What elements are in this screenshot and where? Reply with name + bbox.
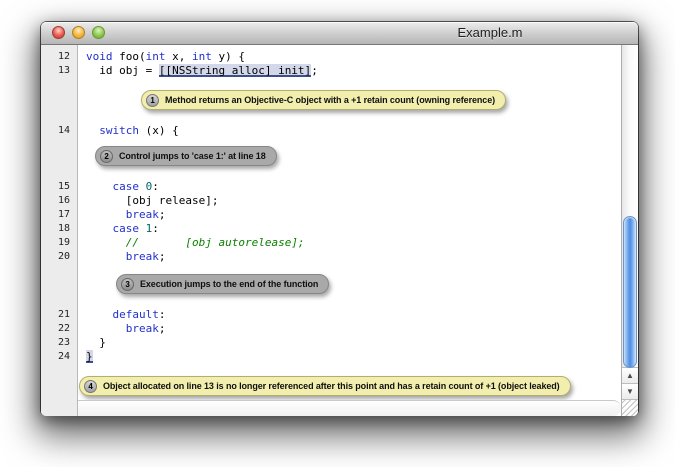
code-text: id obj = [[NSString alloc] init]; [78,64,318,78]
close-button[interactable] [52,26,65,39]
line-number: 19 [41,236,78,250]
line-number: 14 [41,124,78,138]
resize-grip-icon[interactable] [622,399,638,416]
line-number: 22 [41,322,78,336]
desktop-background: Example.m 1112void foo(int x, int y) {13… [0,0,675,467]
window-controls [52,26,105,39]
step-number-badge: 3 [121,278,134,291]
code-line-17: 17 break; [41,208,621,222]
scrollbar-thumb[interactable] [623,216,637,368]
code-line-14: 14 switch (x) { [41,124,621,138]
note-text: Method returns an Objective-C object wit… [165,95,495,105]
analyzer-note-3: 3 Execution jumps to the end of the funct… [116,274,329,294]
step-number-badge: 1 [146,94,159,107]
code-editor: 1112void foo(int x, int y) {13 id obj = … [41,45,621,416]
code-text: void foo(int x, int y) { [78,50,245,64]
analyzer-note-4: 4 Object allocated on line 13 is no longe… [79,376,571,396]
scroll-up-button[interactable]: ▲ [622,367,638,383]
titlebar[interactable]: Example.m [41,22,638,45]
code-line-13: 13 id obj = [[NSString alloc] init]; [41,64,621,78]
line-number: 15 [41,180,78,194]
code-text: case 1: [78,222,159,236]
code-text: default: [78,308,165,322]
vertical-scrollbar: ▲ ▼ [621,45,638,416]
step-number-badge: 2 [100,150,113,163]
note-text: Execution jumps to the end of the functi… [140,279,318,289]
note-text: Control jumps to 'case 1:' at line 18 [119,151,266,161]
code-line-23: 23 } [41,336,621,350]
code-text: case 0: [78,180,159,194]
note-text: Object allocated on line 13 is no longer… [103,381,560,391]
code-line-20: 20 break; [41,250,621,264]
zoom-button[interactable] [92,26,105,39]
example-m-window: Example.m 1112void foo(int x, int y) {13… [41,22,638,415]
arrow-down-icon: ▼ [626,388,634,396]
code-text: [obj release]; [78,194,218,208]
code-line-15: 15 case 0: [41,180,621,194]
line-number: 17 [41,208,78,222]
line-number: 21 [41,308,78,322]
code-line-18: 18 case 1: [41,222,621,236]
analyzer-note-2: 2 Control jumps to 'case 1:' at line 18 [95,146,277,166]
arrow-up-icon: ▲ [626,372,634,380]
minimize-button[interactable] [72,26,85,39]
code-text: // [obj autorelease]; [78,236,305,250]
analyzer-note-1: 1 Method returns an Objective-C object wi… [141,90,506,110]
line-number: 20 [41,250,78,264]
window-title: Example.m [457,22,522,44]
line-number: 13 [41,64,78,78]
code-text: break; [78,208,166,222]
line-number: 24 [41,350,78,364]
step-number-badge: 4 [84,380,97,393]
line-number: 16 [41,194,78,208]
code-line-24: 24} [41,350,621,364]
code-line-22: 22 break; [41,322,621,336]
window-body: 1112void foo(int x, int y) {13 id obj = … [41,45,638,416]
code-line-19: 19 // [obj autorelease]; [41,236,621,250]
line-number: 12 [41,50,78,64]
code-line-21: 21 default: [41,308,621,322]
scrollbar-track[interactable] [622,45,638,367]
horizontal-scrollbar-track[interactable] [78,400,621,416]
code-text: } [78,350,93,364]
code-flow: 1112void foo(int x, int y) {13 id obj = … [41,45,621,400]
code-text: switch (x) { [78,124,179,138]
code-text: break; [78,250,166,264]
scroll-down-button[interactable]: ▼ [622,383,638,399]
code-text: } [78,336,106,350]
line-number: 23 [41,336,78,350]
code-line-16: 16 [obj release]; [41,194,621,208]
code-text: break; [78,322,166,336]
line-number: 18 [41,222,78,236]
code-line-12: 12void foo(int x, int y) { [41,50,621,64]
